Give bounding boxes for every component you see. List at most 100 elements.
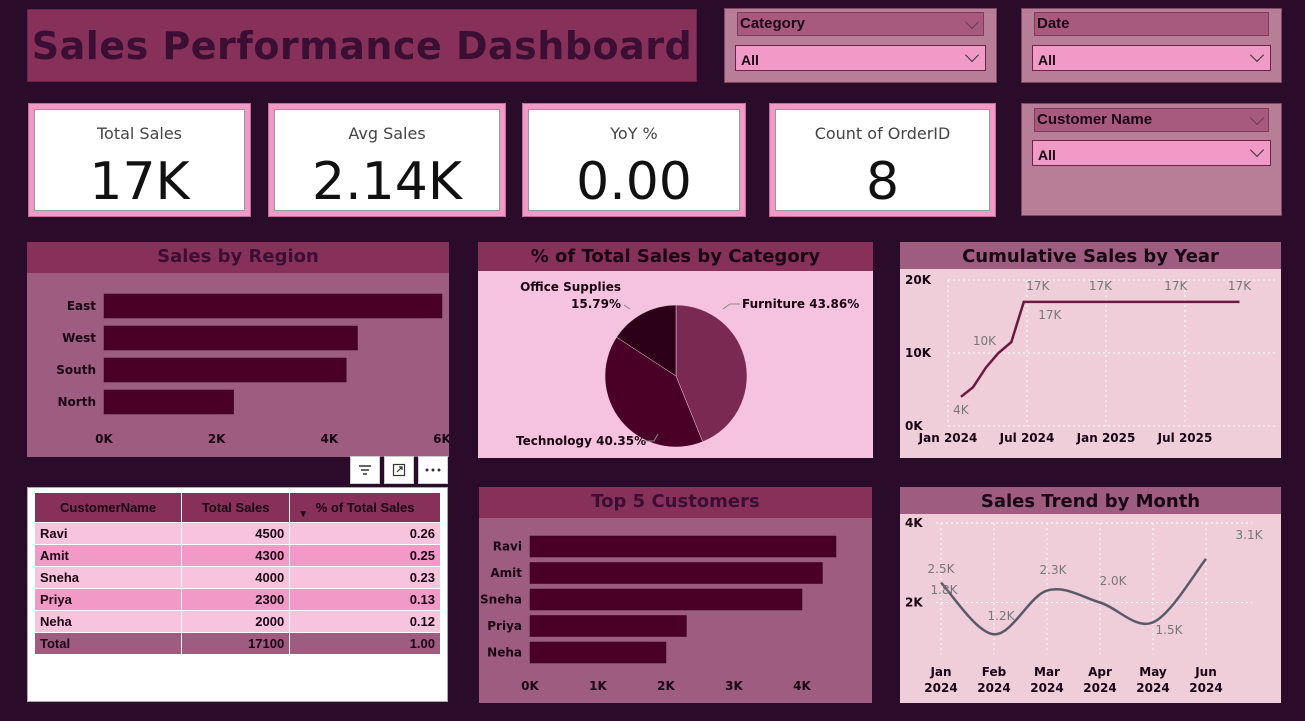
x-tick-year: 2024 — [924, 681, 957, 695]
bar-amit — [529, 562, 823, 584]
customer-table: CustomerName Total Sales % of Total Sale… — [33, 492, 441, 655]
x-tick-year: 2024 — [1189, 681, 1222, 695]
table-row[interactable]: Sneha 4000 0.23 — [33, 566, 441, 589]
bar-category-label: West — [62, 331, 96, 345]
category-slicer[interactable]: Category All — [724, 8, 997, 83]
kpi-count-orders: Count of OrderID 8 — [769, 103, 996, 217]
focus-mode-icon[interactable] — [384, 456, 414, 484]
cell-total-sales: 2300 — [181, 588, 291, 611]
sales-trend-title: Sales Trend by Month — [900, 487, 1281, 514]
cell-pct-total: 0.13 — [289, 588, 441, 611]
cumulative-sales-panel: Cumulative Sales by Year 0K 10K 20K Jan 202… — [900, 242, 1281, 458]
data-label: 2.3K — [1040, 563, 1068, 577]
bar-north — [103, 389, 234, 415]
date-slicer-header: Date — [1034, 12, 1269, 36]
date-dropdown[interactable]: All — [1032, 45, 1271, 71]
kpi-label: Total Sales — [96, 124, 183, 143]
data-label: 17K — [1164, 279, 1188, 293]
pie-leader-line — [722, 303, 740, 310]
cell-total-sales: 4500 — [181, 522, 291, 545]
cell-customer: Priya — [33, 588, 183, 611]
top5-customers-title: Top 5 Customers — [479, 487, 872, 518]
total-label: Total — [33, 632, 183, 655]
category-dropdown[interactable]: All — [735, 45, 986, 71]
visual-header-toolbar — [350, 456, 448, 484]
sales-by-region-panel: Sales by Region East West South North 0K 2K 4K… — [27, 242, 449, 457]
table-row[interactable]: Ravi 4500 0.26 — [33, 522, 441, 545]
x-tick-year: 2024 — [977, 681, 1010, 695]
category-pie-panel: % of Total Sales by Category Furniture 4… — [478, 242, 873, 458]
customer-value: All — [1038, 147, 1056, 163]
cell-total-sales: 2000 — [181, 610, 291, 633]
kpi-label: YoY % — [610, 124, 658, 143]
pie-label-technology: Technology 40.35% — [516, 434, 646, 448]
table-row[interactable]: Priya 2300 0.13 — [33, 588, 441, 611]
chevron-down-icon — [1249, 110, 1265, 126]
total-pct: 1.00 — [289, 632, 441, 655]
data-label: 17K — [1038, 308, 1062, 322]
y-tick-label: 2K — [905, 596, 923, 610]
col-header-pct-total[interactable]: % of Total Sales ▼ — [289, 492, 441, 523]
x-tick-label: Jan 2024 — [918, 431, 978, 445]
bar-west — [103, 325, 358, 351]
more-options-icon[interactable] — [418, 456, 448, 484]
bar-south — [103, 357, 347, 383]
kpi-label: Avg Sales — [348, 124, 426, 143]
customer-dropdown[interactable]: All — [1032, 140, 1271, 166]
total-sales: 17100 — [181, 632, 291, 655]
col-header-customer[interactable]: CustomerName — [33, 492, 183, 523]
table-total-row: Total 17100 1.00 — [33, 632, 441, 655]
cumulative-sales-title: Cumulative Sales by Year — [900, 242, 1281, 269]
x-tick-label: Jul 2025 — [1157, 431, 1213, 445]
x-tick-label: Jan 2025 — [1076, 431, 1136, 445]
category-slicer-label: Category — [740, 15, 806, 32]
category-value: All — [741, 52, 759, 68]
kpi-yoy: YoY % 0.00 — [522, 103, 746, 217]
customer-table-visual[interactable]: CustomerName Total Sales % of Total Sale… — [27, 487, 448, 702]
filter-icon[interactable] — [350, 456, 380, 484]
bar-category-label: Sneha — [480, 593, 522, 607]
customer-slicer-label: Customer Name — [1037, 111, 1153, 128]
kpi-avg-sales: Avg Sales 2.14K — [268, 103, 506, 217]
y-tick-label: 10K — [905, 346, 932, 360]
date-slicer-label: Date — [1037, 15, 1070, 32]
data-label: 1.2K — [988, 609, 1016, 623]
x-tick-label: 0K — [95, 432, 113, 446]
chevron-down-icon — [1249, 47, 1265, 63]
pie-label-furniture: Furniture 43.86% — [742, 297, 859, 311]
customer-slicer[interactable]: Customer Name All — [1021, 103, 1282, 216]
cell-total-sales: 4000 — [181, 566, 291, 589]
table-row[interactable]: Neha 2000 0.12 — [33, 610, 441, 633]
x-tick-month: Apr — [1088, 665, 1112, 679]
cumulative-sales-line — [960, 300, 1240, 398]
bar-sneha — [529, 588, 803, 611]
bar-category-label: East — [67, 299, 96, 313]
data-label: 1.5K — [1156, 623, 1184, 637]
x-tick-month: Jan — [929, 665, 951, 679]
x-tick-label: 1K — [589, 679, 607, 693]
table-row[interactable]: Amit 4300 0.25 — [33, 544, 441, 567]
bar-category-label: North — [58, 395, 96, 409]
top5-customers-panel: Top 5 Customers Ravi Amit Sneha Priya Neha 0K… — [479, 487, 872, 703]
x-tick-month: Jun — [1194, 665, 1217, 679]
bar-category-label: Priya — [487, 619, 522, 633]
col-header-pct-label: % of Total Sales — [315, 500, 415, 515]
bar-category-label: Ravi — [493, 540, 522, 554]
data-label: 10K — [973, 334, 997, 348]
bar-category-label: Amit — [490, 566, 522, 580]
pie-label-office-supplies-name: Office Supplies — [520, 280, 621, 294]
cell-pct-total: 0.25 — [289, 544, 441, 567]
category-pie-title: % of Total Sales by Category — [478, 242, 873, 271]
top5-customers-chart: Ravi Amit Sneha Priya Neha 0K 1K 2K 3K 4K — [480, 535, 837, 693]
kpi-label: Count of OrderID — [814, 124, 951, 143]
sales-trend-panel: Sales Trend by Month 4K 2K Jan 2024 Feb 2024 M… — [900, 487, 1281, 703]
dashboard-title-box: Sales Performance Dashboard — [27, 9, 697, 82]
pie-label-office-supplies-pct: 15.79% — [571, 297, 621, 311]
chevron-down-icon — [1249, 142, 1265, 158]
kpi-value: 8 — [865, 152, 900, 212]
bar-ravi — [529, 535, 837, 558]
chevron-down-icon — [964, 47, 980, 63]
x-tick-label: 4K — [793, 679, 811, 693]
col-header-total-sales[interactable]: Total Sales — [181, 492, 291, 523]
date-slicer[interactable]: Date All — [1021, 8, 1282, 83]
